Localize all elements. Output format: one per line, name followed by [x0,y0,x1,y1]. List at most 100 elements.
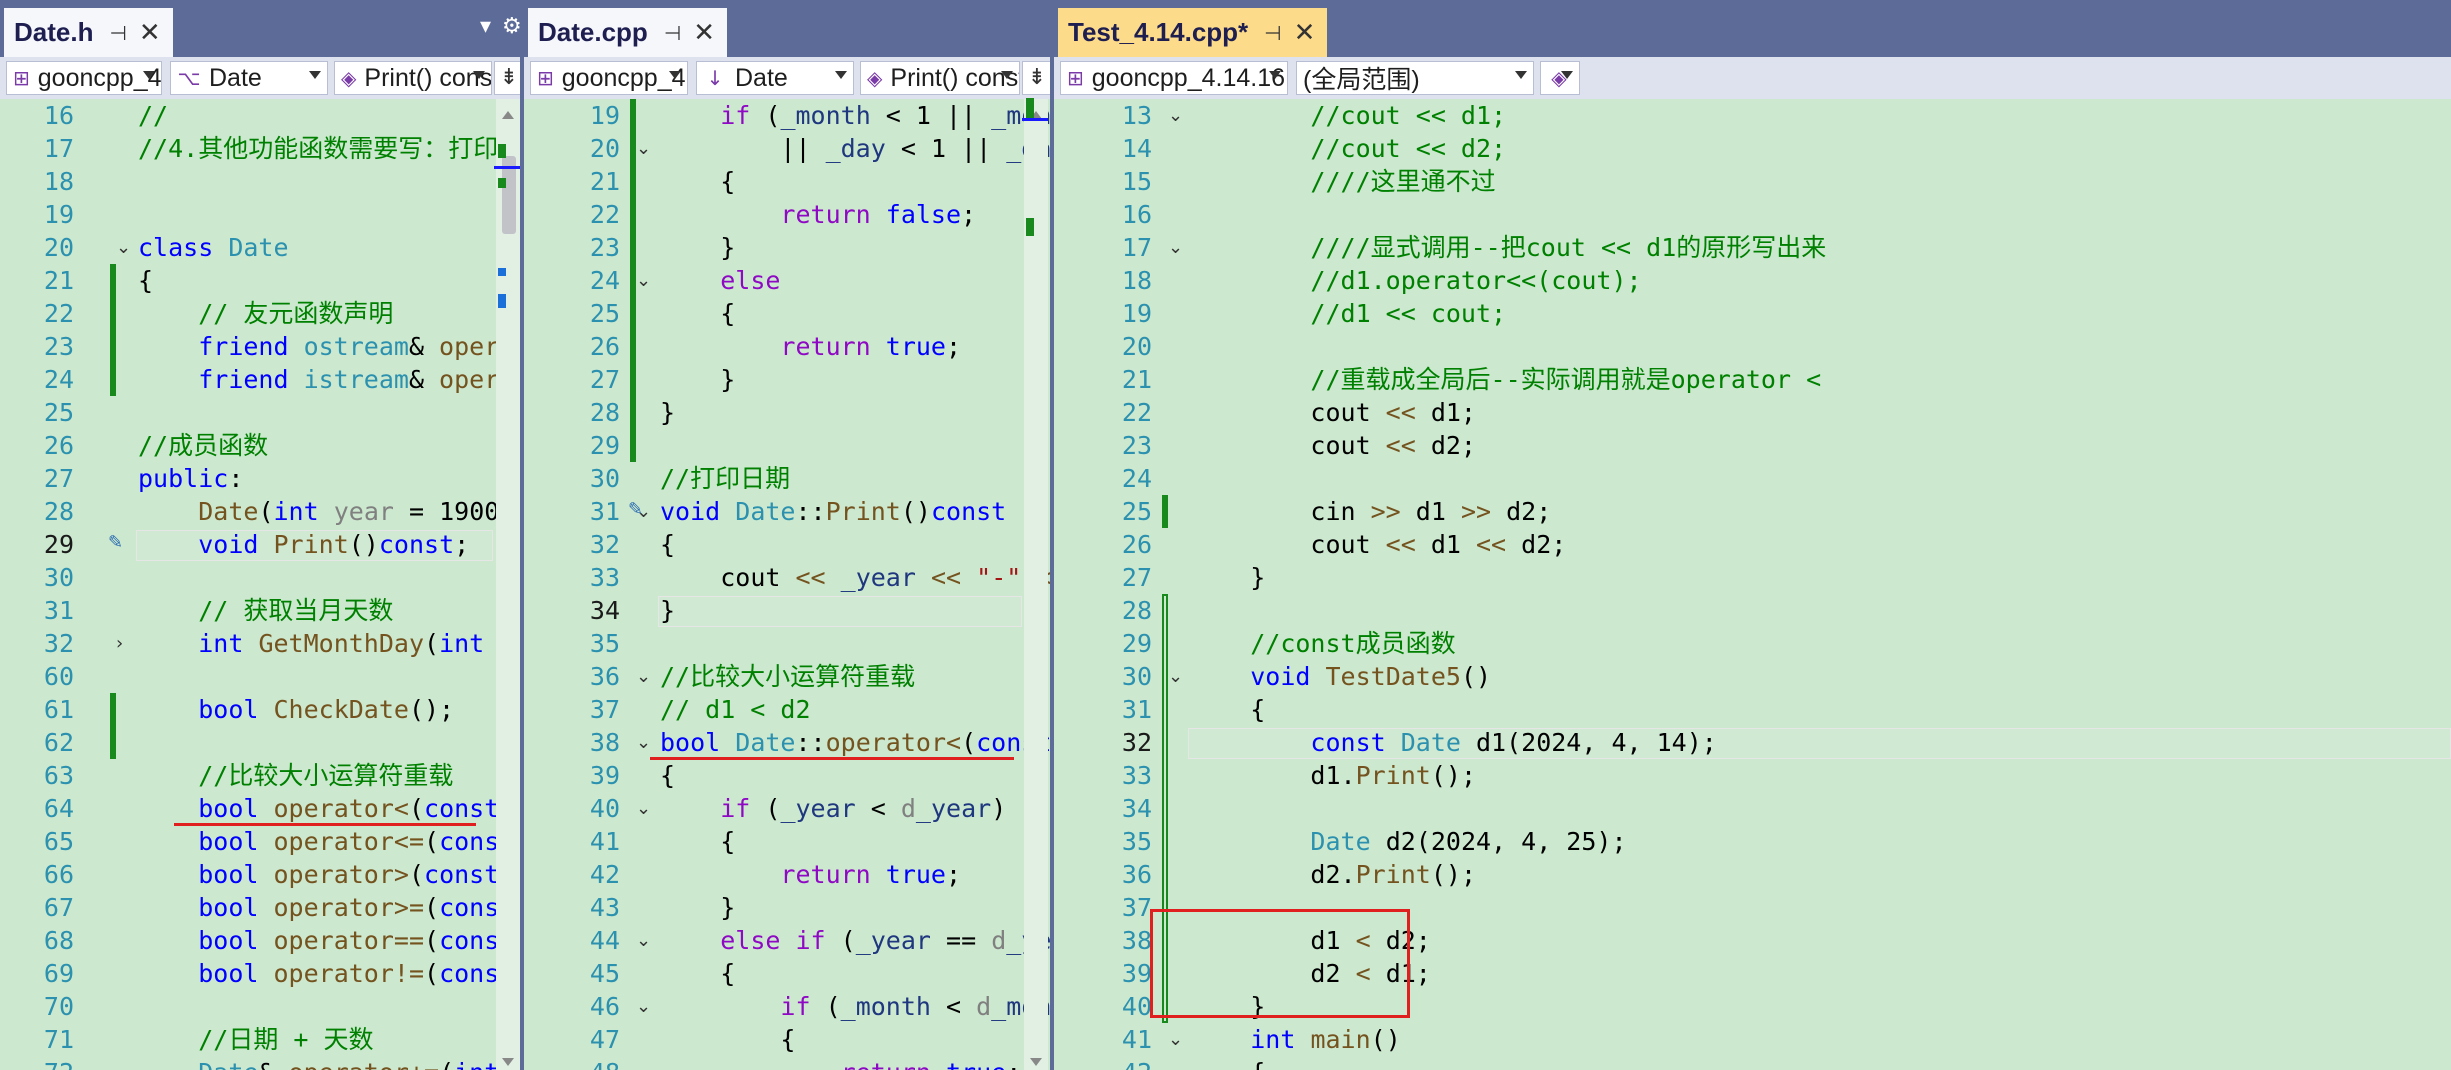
fold-toggle-icon[interactable]: ⌄ [636,924,651,957]
code-line[interactable]: 13 ⌄ //cout << d1; [1054,99,2451,132]
code-line[interactable]: 22 cout << d1; [1054,396,2451,429]
code-line[interactable]: 29 //const成员函数 [1054,627,2451,660]
vertical-scrollbar[interactable] [496,99,520,1070]
code-line[interactable]: 43 } [524,891,1050,924]
code-line[interactable]: 33 cout << _year << "-" << _month << [524,561,1050,594]
fold-toggle-icon[interactable]: ⌄ [636,990,651,1023]
code-line[interactable]: 17 //4.其他功能函数需要写：打印、...... [0,132,520,165]
code-line[interactable]: 33 d1.Print(); [1054,759,2451,792]
code-line[interactable]: 25 [0,396,520,429]
code-line[interactable]: 34} [524,594,1050,627]
code-line[interactable]: 64 bool operator<(const Date& d); [0,792,520,825]
fold-toggle-icon[interactable]: ⌄ [636,726,651,759]
code-line[interactable]: 28} [524,396,1050,429]
code-line[interactable]: 37 // d1 < d2 //注意 [524,693,1050,726]
code-line[interactable]: 25 cin >> d1 >> d2; [1054,495,2451,528]
fold-toggle-icon[interactable]: ⌄ [1168,1023,1183,1056]
code-line[interactable]: 27 } [524,363,1050,396]
code-line[interactable]: 16 // [0,99,520,132]
scroll-down-icon[interactable] [502,1058,514,1066]
code-line[interactable]: 35 Date d2(2024, 4, 25); [1054,825,2451,858]
code-line[interactable]: 36 ⌄ //比较大小运算符重载 [524,660,1050,693]
code-line[interactable]: 34 [1054,792,2451,825]
code-line[interactable]: 20 ⌄ || _day < 1 || _day > GetMont [524,132,1050,165]
fold-toggle-icon[interactable]: ⌄ [636,132,651,165]
code-line[interactable]: 45 { [524,957,1050,990]
code-line[interactable]: 23 cout << d2; [1054,429,2451,462]
fold-toggle-icon[interactable]: ⌄ [1168,99,1183,132]
code-line[interactable]: 61 bool CheckDate(); [0,693,520,726]
code-line[interactable]: 26 //成员函数 [0,429,520,462]
code-line[interactable]: 30 [0,561,520,594]
code-line[interactable]: 38 ⌄ bool Date::operator<(const Date& d) [524,726,1050,759]
code-line[interactable]: 31 // 获取当月天数 [0,594,520,627]
code-line[interactable]: 71 //日期 + 天数 [0,1023,520,1056]
fold-toggle-icon[interactable]: ⌄ [1168,660,1183,693]
code-line[interactable]: 20 [1054,330,2451,363]
code-line[interactable]: 15 ////这里通不过 [1054,165,2451,198]
code-line[interactable]: 24 [1054,462,2451,495]
code-line[interactable]: 20 ⌄ class Date [0,231,520,264]
code-line[interactable]: 28 Date(int year = 1900, int month [0,495,520,528]
code-line[interactable]: 39 { [524,759,1050,792]
code-line[interactable]: 42 return true; [524,858,1050,891]
code-line[interactable]: 23 } [524,231,1050,264]
fold-toggle-icon[interactable]: ⌄ [636,660,651,693]
code-line[interactable]: 21 { [0,264,520,297]
code-line[interactable]: 36 d2.Print(); [1054,858,2451,891]
code-line[interactable]: 69 bool operator!=(const Date& d); [0,957,520,990]
code-line[interactable]: 30 //打印日期 [524,462,1050,495]
code-line[interactable]: 32 › int GetMonthDay(int yearint mo [0,627,520,660]
code-line[interactable]: 44⌄ else if (_year == d_year) [524,924,1050,957]
code-line[interactable]: 66 bool operator>(const Date& d); [0,858,520,891]
vertical-scrollbar[interactable] [1024,99,1048,1070]
code-line[interactable]: 46⌄ if (_month < d_month) [524,990,1050,1023]
code-line[interactable]: 22 return false; [524,198,1050,231]
code-line[interactable]: 21 { [524,165,1050,198]
code-line[interactable]: 70 [0,990,520,1023]
code-line[interactable]: 32 const Date d1(2024, 4, 14); [1054,726,2451,759]
code-line[interactable]: 24 ⌄ else [524,264,1050,297]
code-line[interactable]: 16 [1054,198,2451,231]
code-line[interactable]: 41 { [524,825,1050,858]
code-line[interactable]: 40 ⌄ if (_year < d_year) [524,792,1050,825]
code-line[interactable]: 68 bool operator==(const Date& d); [0,924,520,957]
code-line[interactable]: 29 void Print()const; [0,528,520,561]
code-line[interactable]: 63 //比较大小运算符重载 [0,759,520,792]
code-line[interactable]: 31 { [1054,693,2451,726]
code-line[interactable]: 30 ⌄ void TestDate5() [1054,660,2451,693]
code-line[interactable]: 27 public: [0,462,520,495]
code-line[interactable]: 65 bool operator<=(const Date& d); [0,825,520,858]
fold-toggle-icon[interactable]: ⌄ [636,264,651,297]
code-line[interactable]: 17 ⌄ ////显式调用--把cout << d1的原形写出来 [1054,231,2451,264]
fold-toggle-icon[interactable]: ⌄ [636,792,651,825]
fold-toggle-icon[interactable]: › [116,627,123,660]
code-editor[interactable]: 16 // 17 //4.其他功能函数需要写：打印、...... 18 19 20 ⌄clas… [0,0,520,1070]
code-editor[interactable]: 13 ⌄ //cout << d1; 14 //cout << d2; 15 ////… [1054,0,2451,1070]
code-line[interactable]: 18 [0,165,520,198]
code-line[interactable]: 24 friend istream& operator>>(istre [0,363,520,396]
code-line[interactable]: 22 // 友元函数声明 [0,297,520,330]
code-line[interactable]: 19 [0,198,520,231]
code-line[interactable]: 21 //重载成全局后--实际调用就是operator < [1054,363,2451,396]
code-line[interactable]: 29 [524,429,1050,462]
fold-toggle-icon[interactable]: ⌄ [116,231,131,264]
code-line[interactable]: 18 //d1.operator<<(cout); [1054,264,2451,297]
code-line[interactable]: 28 [1054,594,2451,627]
code-line[interactable]: 35 [524,627,1050,660]
code-line[interactable]: 26 return true; [524,330,1050,363]
code-line[interactable]: 72 Date& operator+=(int day); [0,1056,520,1070]
code-line[interactable]: 42 { [1054,1056,2451,1070]
code-line[interactable]: 19 //d1 << cout; [1054,297,2451,330]
code-line[interactable]: 23 friend ostream& operator<<(ostre [0,330,520,363]
code-line[interactable]: 26 cout << d1 << d2; [1054,528,2451,561]
code-line[interactable]: 32 { [524,528,1050,561]
code-line[interactable]: 47 { [524,1023,1050,1056]
code-line[interactable]: 67 bool operator>=(const Date& d); [0,891,520,924]
code-line[interactable]: 27 } [1054,561,2451,594]
fold-toggle-icon[interactable]: ⌄ [1168,231,1183,264]
code-line[interactable]: 48 return true; [524,1056,1050,1070]
code-line[interactable]: 19 if (_month < 1 || _month > 12 [524,99,1050,132]
code-editor[interactable]: 19 if (_month < 1 || _month > 1220⌄ || _… [524,0,1050,1070]
code-line[interactable]: 62 [0,726,520,759]
